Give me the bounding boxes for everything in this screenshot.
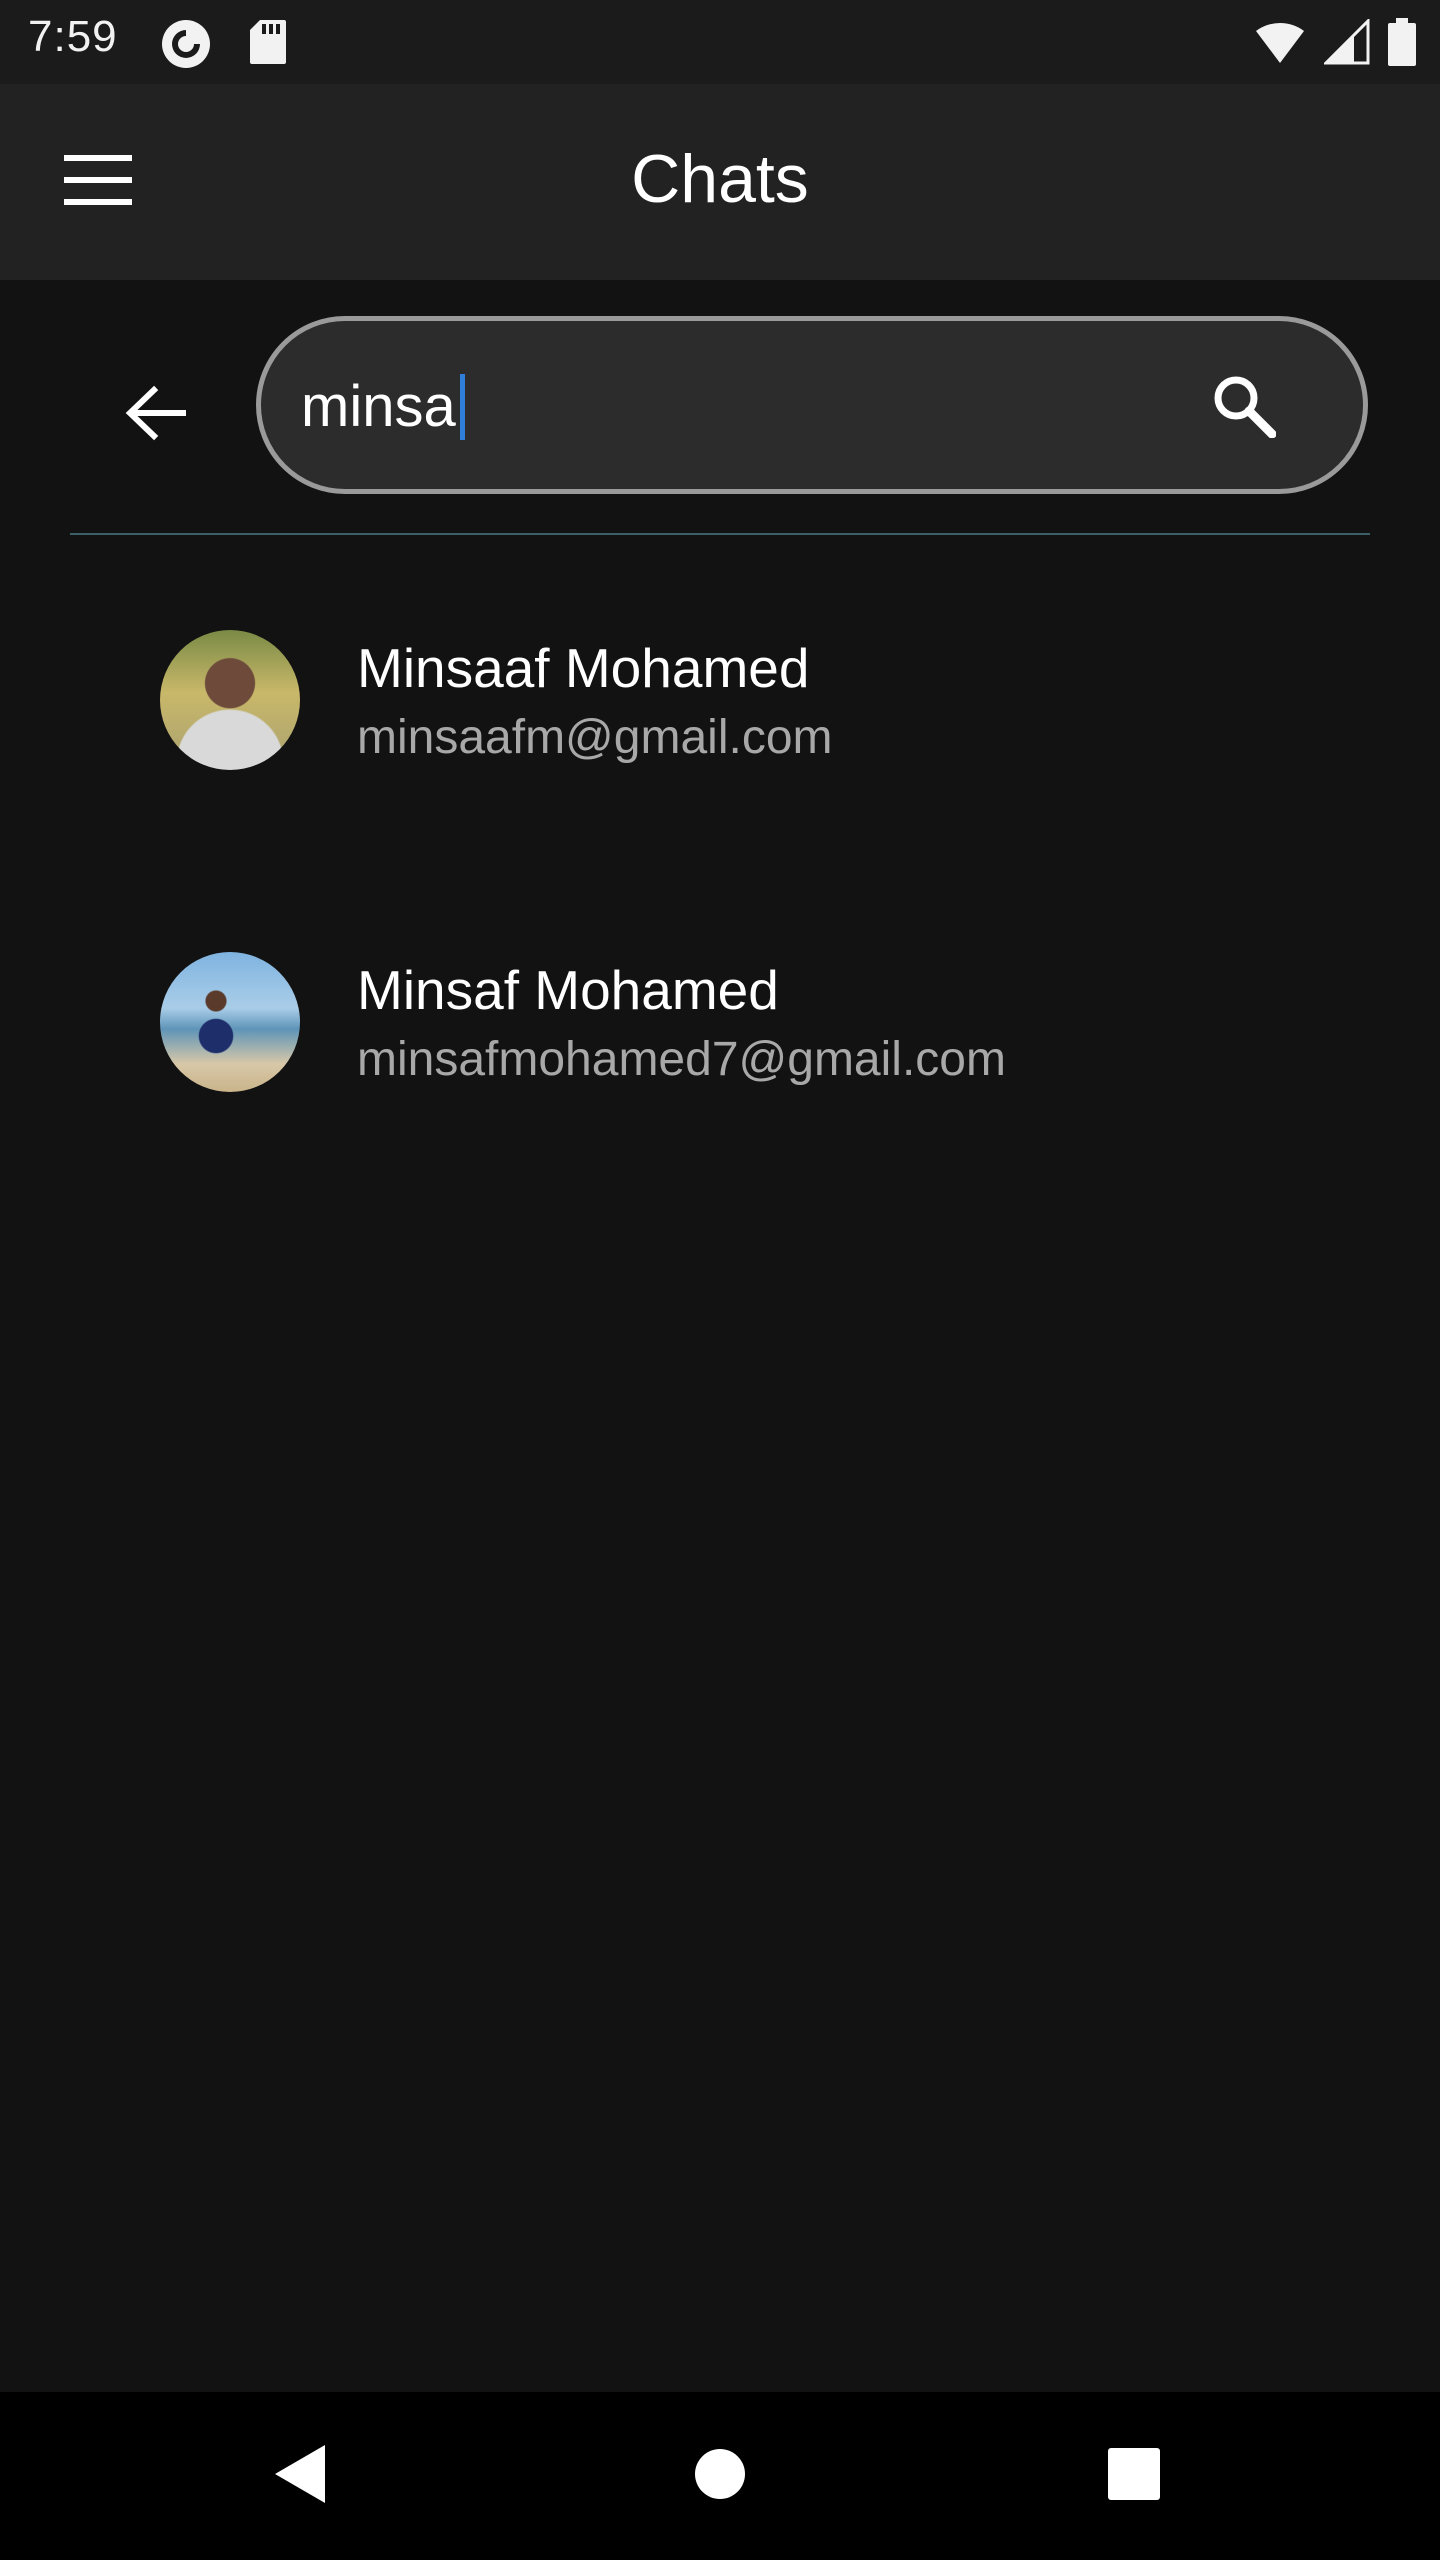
nav-back-button[interactable]	[250, 2426, 350, 2526]
search-value: minsa	[301, 374, 456, 439]
list-item[interactable]: Minsaf Mohamed minsafmohamed7@gmail.com	[0, 882, 1440, 1182]
battery-icon	[1388, 18, 1416, 71]
back-button[interactable]	[100, 360, 210, 470]
arrow-back-icon	[124, 382, 187, 449]
contact-email: minsaafm@gmail.com	[357, 711, 833, 764]
status-right-icons	[1254, 17, 1416, 71]
list-item[interactable]: Minsaaf Mohamed minsaafm@gmail.com	[0, 560, 1440, 860]
page-title: Chats	[631, 141, 809, 217]
search-input[interactable]: minsa	[256, 316, 1368, 494]
sd-card-icon	[248, 18, 288, 75]
contact-name: Minsaaf Mohamed	[357, 637, 810, 699]
status-left-icons	[160, 18, 288, 75]
avatar	[160, 630, 300, 770]
avatar	[160, 952, 300, 1092]
search-field-text: minsa	[301, 373, 465, 440]
home-circle-icon	[693, 2447, 747, 2506]
text-caret	[459, 373, 465, 440]
nav-recents-button[interactable]	[1084, 2426, 1184, 2526]
cell-signal-icon	[1322, 17, 1370, 70]
search-divider	[70, 533, 1370, 535]
contact-name: Minsaf Mohamed	[357, 959, 779, 1021]
pocket-casts-icon	[160, 18, 212, 75]
search-button[interactable]	[1203, 367, 1283, 447]
search-row: minsa	[0, 280, 1440, 536]
status-time: 7:59	[28, 12, 118, 61]
wifi-icon	[1254, 19, 1306, 70]
navigation-bar	[0, 2392, 1440, 2560]
back-triangle-icon	[271, 2443, 329, 2510]
recents-square-icon	[1108, 2447, 1160, 2505]
status-bar: 7:59	[0, 0, 1440, 84]
nav-home-button[interactable]	[670, 2426, 770, 2526]
app-bar: Chats	[0, 84, 1440, 280]
search-icon	[1210, 372, 1277, 443]
contact-email: minsafmohamed7@gmail.com	[357, 1033, 1006, 1086]
